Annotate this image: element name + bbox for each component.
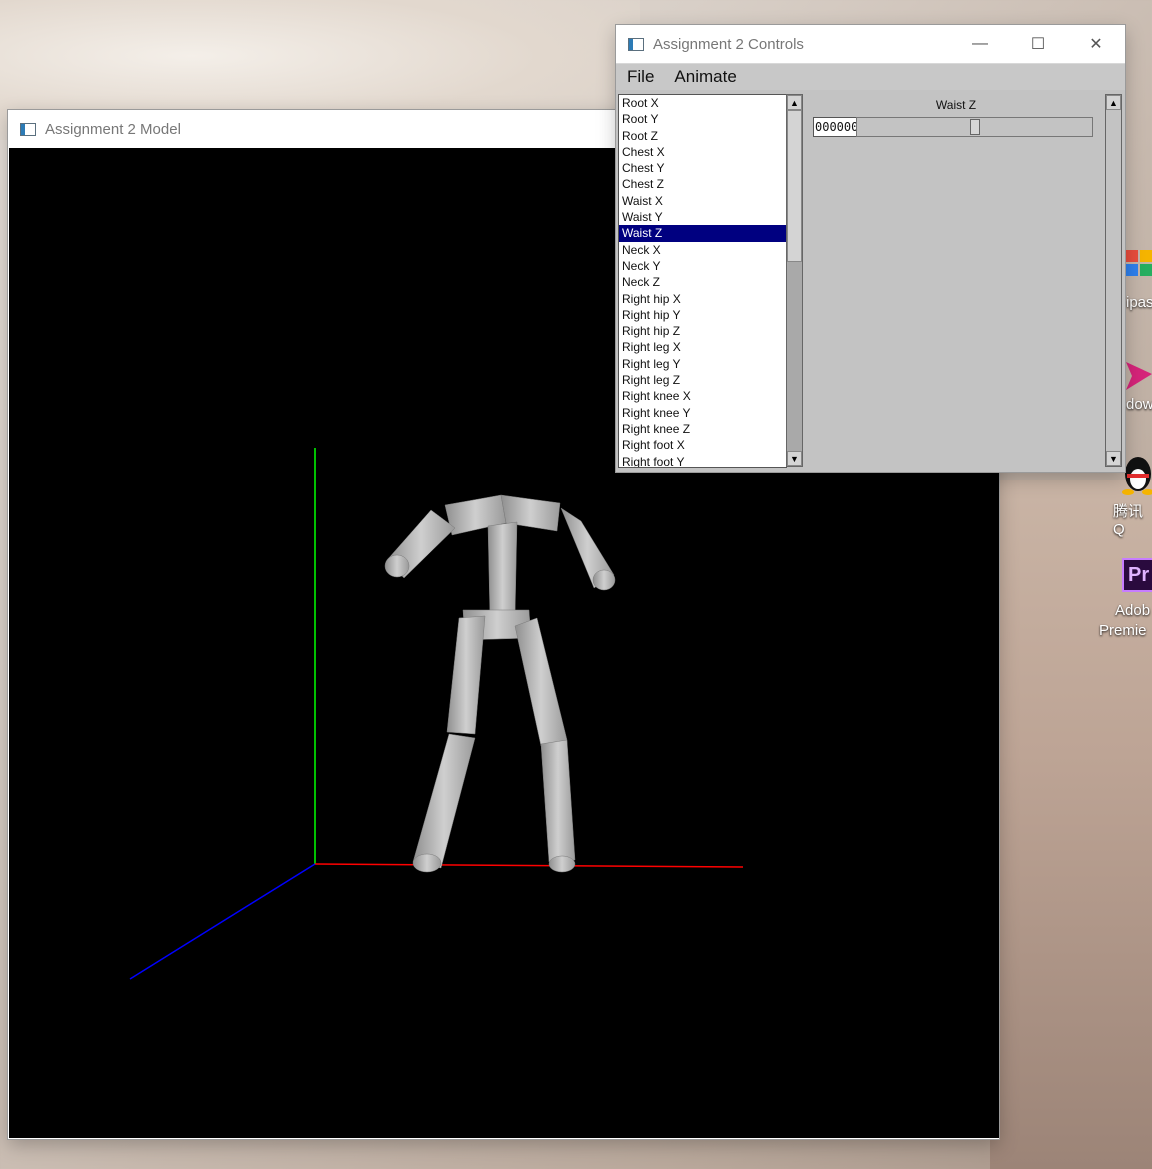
- menu-file[interactable]: File: [627, 67, 654, 87]
- x-axis-line: [314, 863, 744, 868]
- joint-list-item[interactable]: Right foot X: [619, 437, 787, 453]
- joint-list-item[interactable]: Waist Y: [619, 209, 787, 225]
- desktop-icon-label: dow: [1126, 396, 1152, 413]
- scroll-down-arrow-icon[interactable]: ▼: [1106, 451, 1121, 466]
- app-icon: [1126, 250, 1152, 286]
- desktop-icon-premiere[interactable]: Pr Adob Premie: [1098, 556, 1152, 646]
- minimize-icon[interactable]: —: [951, 25, 1009, 63]
- joint-list-item[interactable]: Root Z: [619, 128, 787, 144]
- slider-label: Waist Z: [935, 98, 977, 112]
- joint-slider[interactable]: [856, 117, 1093, 137]
- joint-list-item[interactable]: Root Y: [619, 111, 787, 127]
- joint-list-scrollbar[interactable]: ▲ ▼: [786, 94, 803, 467]
- joint-list-item[interactable]: Chest Z: [619, 176, 787, 192]
- joint-list-item[interactable]: Right leg X: [619, 339, 787, 355]
- joint-list-item[interactable]: Right leg Z: [619, 372, 787, 388]
- scroll-thumb[interactable]: [787, 110, 802, 262]
- joint-list-item[interactable]: Neck X: [619, 242, 787, 258]
- controls-panel: Root X Root Y Root Z Chest X Chest Y Chest ZW…: [616, 90, 1125, 472]
- window-app-icon: [628, 37, 644, 51]
- joint-list-item[interactable]: Neck Y: [619, 258, 787, 274]
- joint-list-item[interactable]: Chest Y: [619, 160, 787, 176]
- controls-window-title: Assignment 2 Controls: [653, 35, 804, 53]
- model-window-title: Assignment 2 Model: [45, 120, 181, 138]
- scroll-down-arrow-icon[interactable]: ▼: [787, 451, 802, 466]
- controls-titlebar[interactable]: Assignment 2 Controls — ☐ ✕: [616, 25, 1125, 63]
- premiere-badge: Pr: [1128, 564, 1150, 586]
- right-thigh: [514, 617, 568, 747]
- torso: [487, 521, 518, 621]
- right-shin: [540, 739, 576, 863]
- joint-list-item[interactable]: Right hip Y: [619, 307, 787, 323]
- joint-list-item[interactable]: Right foot Y: [619, 454, 787, 467]
- slider-value-input[interactable]: 000000: [813, 117, 857, 137]
- window-app-icon: [20, 122, 36, 136]
- menu-bar: File Animate: [616, 63, 1125, 90]
- premiere-icon: Pr: [1122, 558, 1152, 592]
- joint-list-item[interactable]: Neck Z: [619, 274, 787, 290]
- joint-list-item[interactable]: Chest X: [619, 144, 787, 160]
- joint-list-item[interactable]: Right knee X: [619, 388, 787, 404]
- slider-thumb[interactable]: [970, 119, 980, 135]
- scroll-up-arrow-icon[interactable]: ▲: [787, 95, 802, 110]
- maximize-icon[interactable]: ☐: [1009, 25, 1067, 63]
- stick-figure: [384, 494, 616, 873]
- joint-list[interactable]: Root X Root Y Root Z Chest X Chest Y Chest ZW…: [618, 94, 787, 468]
- scroll-up-arrow-icon[interactable]: ▲: [1106, 95, 1121, 110]
- close-icon[interactable]: ✕: [1067, 25, 1125, 63]
- joint-list-item[interactable]: Right knee Z: [619, 421, 787, 437]
- panel-scrollbar[interactable]: ▲ ▼: [1105, 94, 1122, 467]
- joint-list-item[interactable]: Waist X: [619, 193, 787, 209]
- joint-list-item[interactable]: Right leg Y: [619, 356, 787, 372]
- joint-list-item[interactable]: Root X: [619, 95, 787, 111]
- z-axis-line: [129, 863, 316, 980]
- joint-list-item[interactable]: Right hip Z: [619, 323, 787, 339]
- joint-list-item[interactable]: Right hip X: [619, 291, 787, 307]
- paper-plane-icon: [1126, 362, 1152, 390]
- left-shin: [412, 733, 476, 869]
- desktop-icon-label-line2: Premie: [1099, 622, 1147, 639]
- controls-window[interactable]: Assignment 2 Controls — ☐ ✕ File Animate…: [616, 25, 1125, 472]
- desktop-icon-label: 腾讯Q: [1113, 503, 1144, 538]
- desktop-icon-label: Adob: [1115, 602, 1151, 619]
- desktop-icon-label: ipas: [1126, 294, 1152, 311]
- slider-area: Waist Z 000000: [806, 90, 1106, 470]
- menu-animate[interactable]: Animate: [674, 67, 736, 87]
- left-thigh: [446, 615, 486, 735]
- joint-list-item[interactable]: Right knee Y: [619, 405, 787, 421]
- joint-list-item[interactable]: Waist Z: [619, 225, 787, 242]
